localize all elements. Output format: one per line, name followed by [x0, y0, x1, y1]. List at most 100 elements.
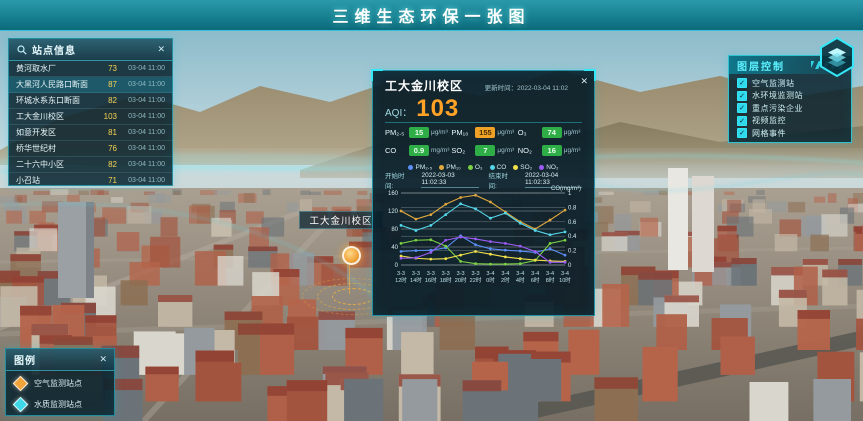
pollutant-cell: CO0.9mg/m³ — [385, 145, 449, 156]
layers-hexagon-icon[interactable] — [818, 36, 856, 78]
pollutant-label: NO₂ — [518, 146, 542, 155]
legend-items: 空气监测站点水质监测站点 — [6, 371, 114, 415]
station-time: 03-04 11:00 — [117, 161, 165, 168]
chart-legend: PM₂.₅PM₁₀O₃COSO₂NO₂ — [385, 162, 582, 172]
layer-label: 视频监控 — [752, 115, 786, 126]
svg-text:3-314时: 3-314时 — [410, 271, 422, 284]
close-icon[interactable]: ✕ — [99, 352, 108, 366]
update-time: 更新时间：2022-03-04 11:02 — [485, 82, 568, 92]
close-icon[interactable]: ✕ — [580, 74, 588, 88]
layer-item[interactable]: ✓ 视频监控 — [729, 115, 851, 128]
layer-item[interactable]: ✓ 重点污染企业 — [729, 102, 851, 115]
svg-text:3-44时: 3-44时 — [516, 271, 525, 284]
station-value: 103 — [95, 112, 117, 121]
tower-right-2 — [692, 176, 714, 272]
legend-panel-title: 图例 — [14, 352, 36, 367]
aqi-label: AQI： — [385, 104, 412, 119]
legend-item: 空气监测站点 — [6, 373, 114, 394]
pollutant-cell: PM₂.₅15μg/m³ — [385, 127, 449, 138]
layer-items: ✓ 空气监测站 ✓ 水环境监测站 ✓ 重点污染企业 ✓ 视频监控 ✓ 网格事件 — [729, 74, 851, 140]
chart-legend-label: NO₂ — [546, 164, 558, 171]
layer-label: 重点污染企业 — [752, 103, 803, 114]
station-time: 03-04 11:00 — [117, 113, 165, 120]
close-icon[interactable]: ✕ — [157, 42, 166, 56]
layer-label: 水环境监测站 — [752, 90, 803, 101]
svg-text:3-320时: 3-320时 — [455, 271, 467, 284]
search-icon[interactable] — [17, 45, 27, 55]
svg-text:0.2: 0.2 — [568, 249, 577, 255]
svg-text:3-318时: 3-318时 — [440, 271, 452, 284]
pollutant-label: PM₂.₅ — [385, 128, 409, 137]
page-title: 三维生态环保一张图 — [332, 3, 530, 27]
svg-text:0: 0 — [395, 263, 399, 269]
station-value: 87 — [95, 80, 117, 89]
pollutant-value-badge: 16 — [542, 145, 562, 156]
map-station-label[interactable]: 工大金川校区 — [299, 211, 383, 229]
station-name: 如意开发区 — [16, 127, 95, 138]
svg-text:0.6: 0.6 — [568, 220, 577, 226]
station-row[interactable]: 黄河取水厂7303-04 11:00 — [9, 61, 172, 77]
station-name: 黄河取水厂 — [16, 63, 95, 74]
chart-legend-item[interactable]: O₃ — [468, 164, 483, 171]
pollutant-unit: μg/m³ — [497, 129, 514, 136]
checkbox-icon[interactable]: ✓ — [737, 116, 747, 126]
time-range-row: 开始时间: 2022-03-03 11:02:33 结束时间: 2022-03-… — [385, 175, 582, 185]
layer-panel-title: 图层控制 — [737, 58, 785, 73]
pollutant-cell: SO₂7μg/m³ — [451, 145, 515, 156]
svg-text:120: 120 — [388, 209, 399, 215]
layer-label: 空气监测站 — [752, 78, 795, 89]
station-value: 81 — [95, 128, 117, 137]
pollutant-value-badge: 74 — [542, 127, 562, 138]
station-time: 03-04 11:00 — [117, 145, 165, 152]
legend-dot-icon — [408, 165, 413, 170]
svg-text:3-316时: 3-316时 — [425, 271, 437, 284]
pollutant-unit: μg/m³ — [431, 129, 448, 136]
station-row[interactable]: 小召站7103-04 11:00 — [9, 173, 172, 189]
layer-item[interactable]: ✓ 水环境监测站 — [729, 90, 851, 103]
divider — [385, 122, 582, 123]
station-panel-header: 站点信息 ✕ — [9, 39, 172, 61]
pollutant-unit: μg/m³ — [564, 129, 581, 136]
chart-legend-label: PM₂.₅ — [415, 164, 432, 171]
svg-text:3-42时: 3-42时 — [501, 271, 510, 284]
layer-item[interactable]: ✓ 空气监测站 — [729, 77, 851, 90]
station-value: 82 — [95, 160, 117, 169]
station-name: 工大金川校区 — [16, 111, 95, 122]
tower-right-1 — [668, 168, 688, 270]
legend-dot-icon — [468, 165, 473, 170]
station-row[interactable]: 桥华世纪村7603-04 11:00 — [9, 141, 172, 157]
checkbox-icon[interactable]: ✓ — [737, 78, 747, 88]
svg-text:40: 40 — [391, 245, 398, 251]
checkbox-icon[interactable]: ✓ — [737, 103, 747, 113]
svg-text:0.8: 0.8 — [568, 205, 577, 211]
svg-text:0: 0 — [568, 263, 572, 269]
station-row[interactable]: 二十六中小区8203-04 11:00 — [9, 157, 172, 173]
pollutant-cell: NO₂16μg/m³ — [518, 145, 582, 156]
chart-legend-label: O₃ — [475, 164, 483, 171]
station-time: 03-04 11:00 — [117, 177, 165, 184]
station-row[interactable]: 工大金川校区10303-04 11:00 — [9, 109, 172, 125]
chart-legend-label: SO₂ — [520, 164, 532, 171]
checkbox-icon[interactable]: ✓ — [737, 128, 747, 138]
app-root: 三维生态环保一张图 工大金川校区 站点信息 ✕ 黄河取水厂7303-04 11:… — [0, 0, 863, 421]
aqi-value: 103 — [416, 95, 459, 123]
pollutant-value-badge: 0.9 — [409, 145, 429, 156]
station-marker-icon[interactable] — [342, 246, 361, 265]
svg-text:3-410时: 3-410时 — [559, 271, 571, 284]
chart-legend-item[interactable]: SO₂ — [513, 164, 532, 171]
svg-text:160: 160 — [388, 191, 399, 197]
station-row[interactable]: 环城水系东口断面8203-04 11:00 — [9, 93, 172, 109]
layer-item[interactable]: ✓ 网格事件 — [729, 127, 851, 140]
chart-legend-item[interactable]: NO₂ — [539, 164, 558, 171]
pollutant-grid: PM₂.₅15μg/m³PM₁₀155μg/m³O₃74μg/m³CO0.9mg… — [385, 127, 582, 156]
pollutant-label: SO₂ — [451, 146, 475, 155]
chart-legend-item[interactable]: PM₁₀ — [439, 164, 461, 171]
layer-label: 网格事件 — [752, 128, 786, 139]
checkbox-icon[interactable]: ✓ — [737, 91, 747, 101]
chart-legend-item[interactable]: PM₂.₅ — [408, 164, 432, 171]
pollutant-label: CO — [385, 146, 409, 155]
station-row[interactable]: 大黑河人民路口断面8703-04 11:00 — [9, 77, 172, 93]
station-value: 73 — [95, 64, 117, 73]
station-row[interactable]: 如意开发区8103-04 11:00 — [9, 125, 172, 141]
tower-left-shade — [86, 202, 94, 298]
